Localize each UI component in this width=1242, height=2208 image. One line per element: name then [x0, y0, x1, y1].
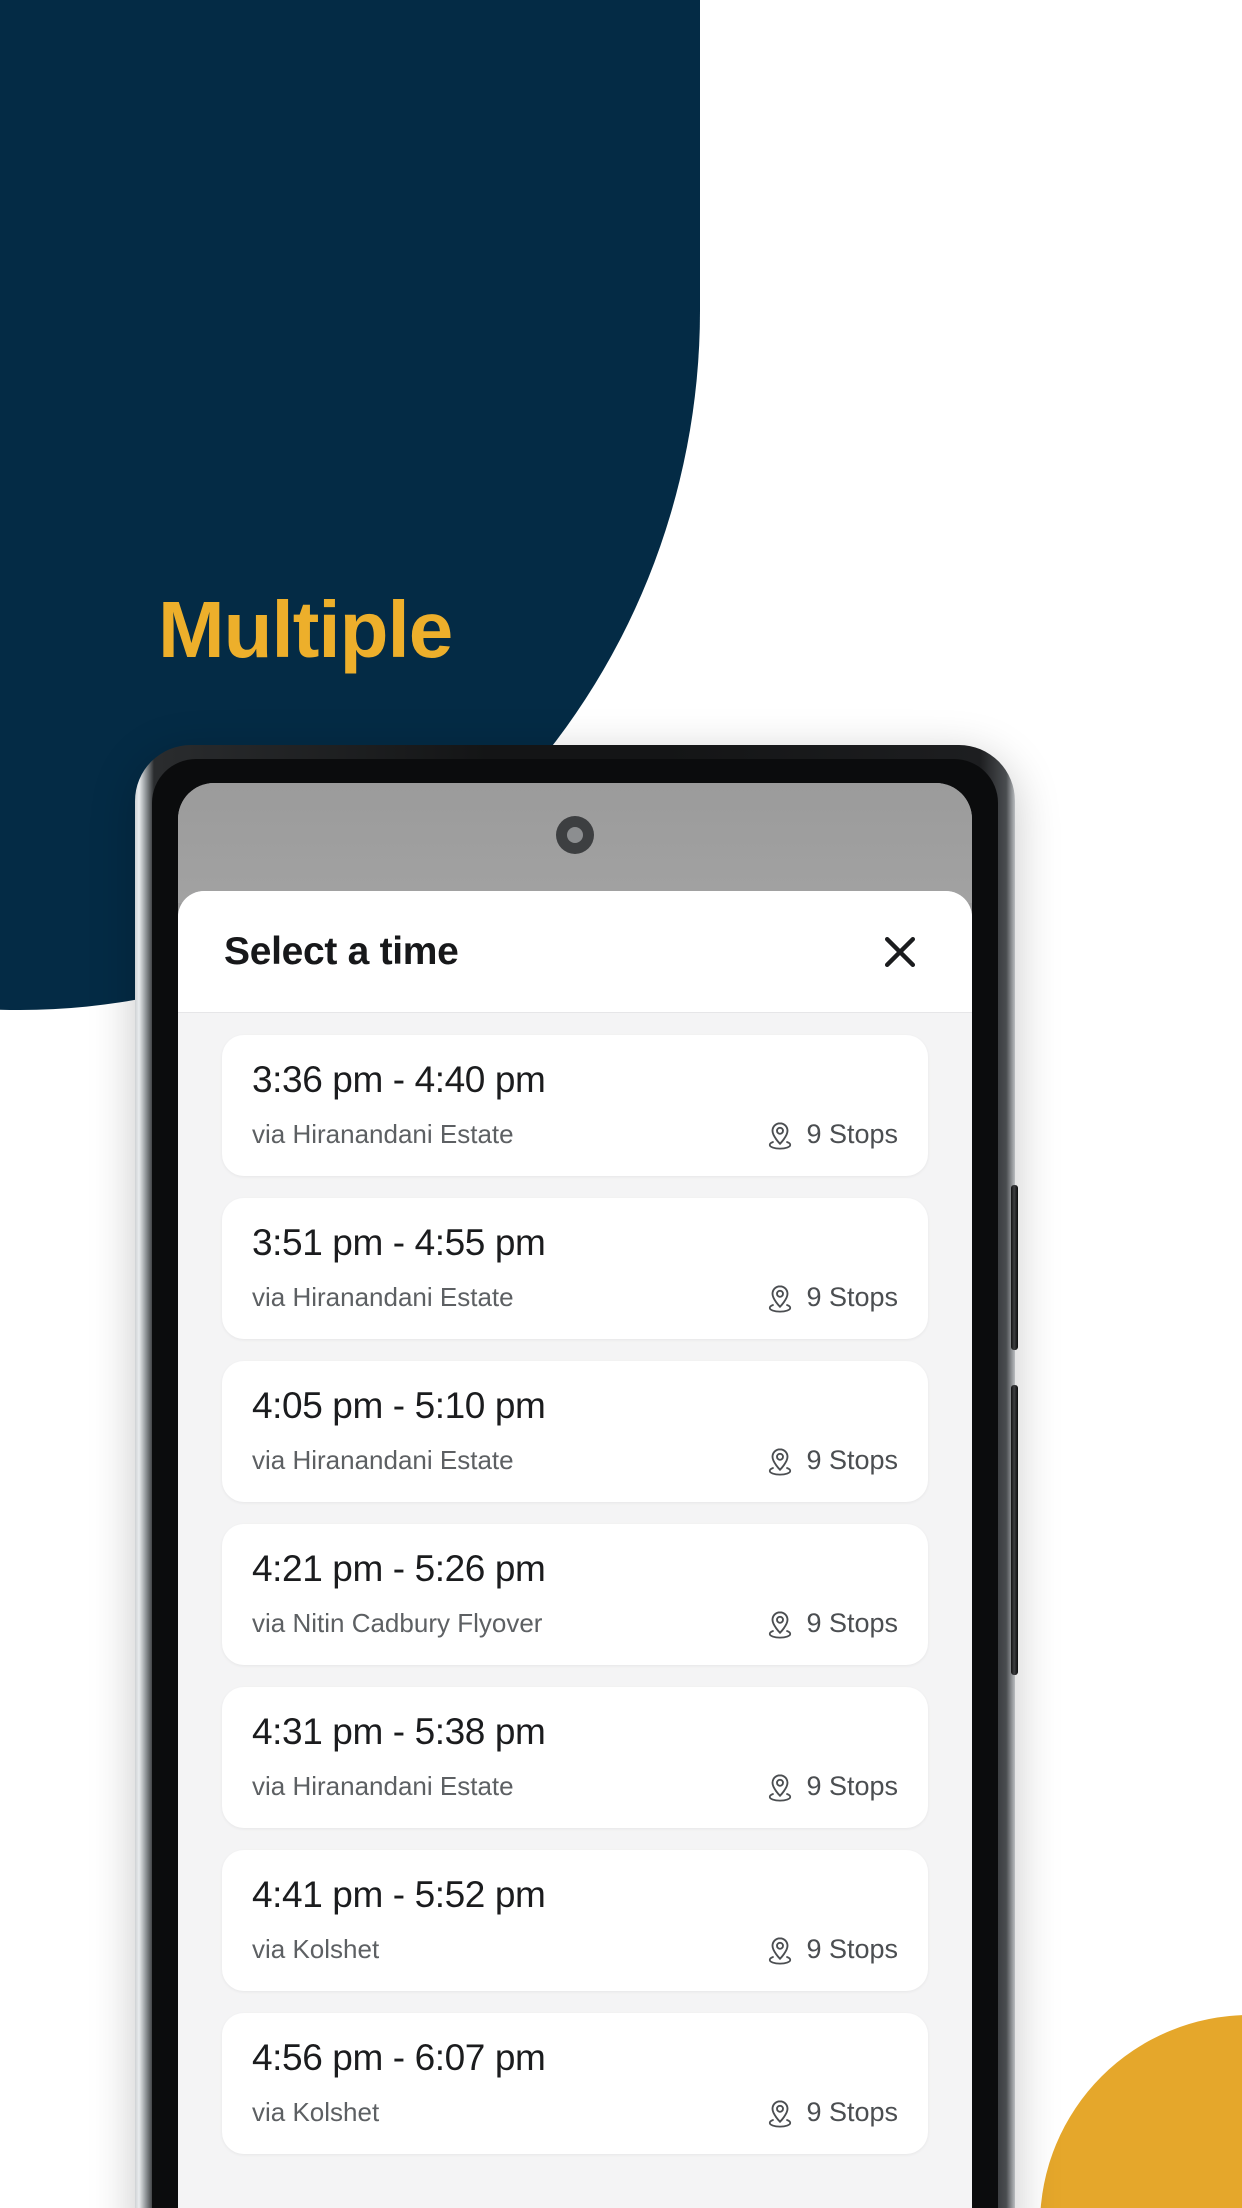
close-icon [884, 936, 916, 967]
time-option-card[interactable]: 4:21 pm - 5:26 pm via Nitin Cadbury Flyo… [222, 1524, 928, 1665]
location-pin-icon [769, 1121, 792, 1150]
app-store-promo-screenshot: Multiple Bus Timings Select a time [0, 0, 1242, 2208]
yellow-accent-circle [1040, 2015, 1242, 2208]
time-range-label: 4:41 pm - 5:52 pm [252, 1874, 546, 1915]
location-pin-icon [769, 1936, 792, 1965]
phone-mockup: Select a time 3:36 pm - 4:40 pm via Hira… [135, 745, 1018, 2208]
card-meta-row: via Hiranandani Estate 9 Stops [252, 1445, 898, 1476]
card-meta-row: via Hiranandani Estate 9 Stops [252, 1282, 898, 1313]
time-option-card[interactable]: 4:31 pm - 5:38 pm via Hiranandani Estate… [222, 1687, 928, 1828]
camera-punch-hole-icon [556, 816, 594, 854]
card-meta-row: via Hiranandani Estate 9 Stops [252, 1119, 898, 1150]
stops-info: 9 Stops [765, 1771, 898, 1802]
time-option-card[interactable]: 3:51 pm - 4:55 pm via Hiranandani Estate… [222, 1198, 928, 1339]
sheet-title: Select a time [224, 929, 459, 973]
phone-bezel: Select a time 3:36 pm - 4:40 pm via Hira… [152, 759, 998, 2208]
stops-info: 9 Stops [765, 1608, 898, 1639]
stops-count-label: 9 Stops [806, 1934, 898, 1964]
route-via-label: via Hiranandani Estate [252, 1771, 514, 1801]
card-meta-row: via Kolshet 9 Stops [252, 2097, 898, 2128]
time-option-card[interactable]: 4:41 pm - 5:52 pm via Kolshet 9 Stops [222, 1850, 928, 1991]
stops-count-label: 9 Stops [806, 1608, 898, 1638]
phone-screen: Select a time 3:36 pm - 4:40 pm via Hira… [178, 783, 972, 2208]
route-via-label: via Hiranandani Estate [252, 1282, 514, 1312]
location-pin-icon [769, 1610, 792, 1639]
card-meta-row: via Hiranandani Estate 9 Stops [252, 1771, 898, 1802]
time-option-card[interactable]: 3:36 pm - 4:40 pm via Hiranandani Estate… [222, 1035, 928, 1176]
stops-count-label: 9 Stops [806, 1445, 898, 1475]
route-via-label: via Kolshet [252, 2097, 380, 2127]
route-via-label: via Hiranandani Estate [252, 1445, 514, 1475]
route-via-label: via Kolshet [252, 1934, 380, 1964]
stops-info: 9 Stops [765, 1934, 898, 1965]
power-button[interactable] [1011, 1385, 1018, 1675]
time-option-card[interactable]: 4:56 pm - 6:07 pm via Kolshet 9 Stops [222, 2013, 928, 2154]
time-range-label: 3:36 pm - 4:40 pm [252, 1059, 546, 1100]
card-meta-row: via Nitin Cadbury Flyover 9 Stops [252, 1608, 898, 1639]
location-pin-icon [769, 2099, 792, 2128]
time-range-label: 4:21 pm - 5:26 pm [252, 1548, 546, 1589]
stops-info: 9 Stops [765, 2097, 898, 2128]
close-button[interactable] [870, 922, 930, 982]
headline-line-1: Multiple [158, 585, 453, 675]
stops-info: 9 Stops [765, 1282, 898, 1313]
route-via-label: via Nitin Cadbury Flyover [252, 1608, 543, 1638]
stops-info: 9 Stops [765, 1445, 898, 1476]
navy-background-shape-fill [0, 0, 40, 580]
stops-count-label: 9 Stops [806, 1771, 898, 1801]
time-range-label: 4:05 pm - 5:10 pm [252, 1385, 546, 1426]
time-range-label: 4:56 pm - 6:07 pm [252, 2037, 546, 2078]
stops-info: 9 Stops [765, 1119, 898, 1150]
location-pin-icon [769, 1284, 792, 1313]
location-pin-icon [769, 1773, 792, 1802]
stops-count-label: 9 Stops [806, 1119, 898, 1149]
time-options-list: 3:36 pm - 4:40 pm via Hiranandani Estate… [178, 1013, 972, 2154]
stops-count-label: 9 Stops [806, 2097, 898, 2127]
sheet-header: Select a time [178, 891, 972, 1013]
time-option-card[interactable]: 4:05 pm - 5:10 pm via Hiranandani Estate… [222, 1361, 928, 1502]
location-pin-icon [769, 1447, 792, 1476]
route-via-label: via Hiranandani Estate [252, 1119, 514, 1149]
time-range-label: 3:51 pm - 4:55 pm [252, 1222, 546, 1263]
stops-count-label: 9 Stops [806, 1282, 898, 1312]
time-range-label: 4:31 pm - 5:38 pm [252, 1711, 546, 1752]
volume-button[interactable] [1011, 1185, 1018, 1350]
card-meta-row: via Kolshet 9 Stops [252, 1934, 898, 1965]
select-time-bottom-sheet: Select a time 3:36 pm - 4:40 pm via Hira… [178, 891, 972, 2208]
